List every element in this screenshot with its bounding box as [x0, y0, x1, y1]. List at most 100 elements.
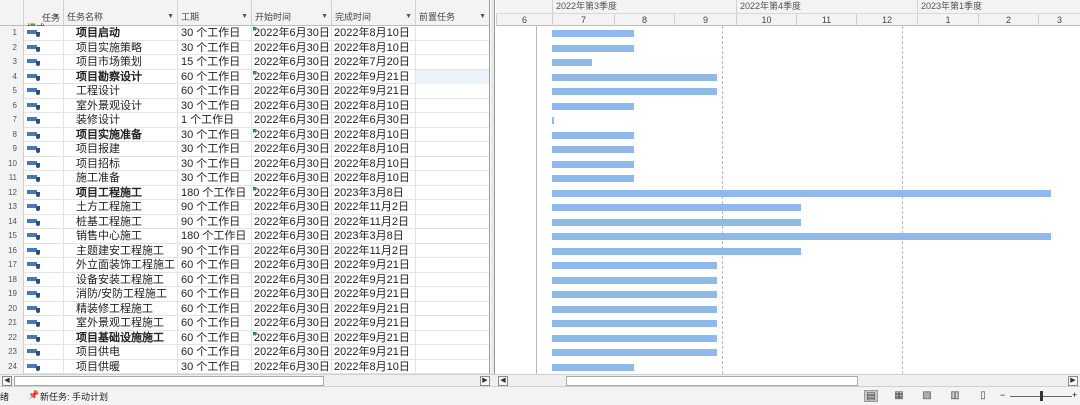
duration-cell[interactable]: 90 个工作日 [178, 243, 252, 258]
table-row[interactable]: 2 项目实施策略 30 个工作日 2022年6月30日 2022年8月10日 [0, 40, 489, 56]
table-row[interactable]: 8 项目实施准备 30 个工作日 2022年6月30日 2022年8月10日 [0, 127, 489, 142]
finish-cell[interactable]: 2022年8月10日 [332, 26, 416, 41]
finish-cell[interactable]: 2022年8月10日 [332, 142, 416, 157]
table-row[interactable]: 24 项目供暖 30 个工作日 2022年6月30日 2022年8月10日 [0, 359, 489, 374]
predecessors-cell[interactable] [416, 244, 489, 259]
task-mode-cell[interactable] [24, 171, 64, 186]
finish-cell[interactable]: 2022年9月21日 [332, 84, 416, 99]
row-id[interactable]: 12 [0, 185, 24, 200]
table-row[interactable]: 14 桩基工程施工 90 个工作日 2022年6月30日 2022年11月2日 [0, 214, 489, 229]
duration-header[interactable]: 工期 ▼ [178, 0, 252, 26]
gantt-scroll-left-button[interactable]: ◀ [498, 376, 508, 386]
task-mode-cell[interactable] [24, 345, 64, 360]
task-name-cell[interactable]: 项目供暖 [64, 359, 178, 374]
gantt-bar[interactable] [552, 247, 801, 255]
table-row[interactable]: 21 室外景观工程施工 60 个工作日 2022年6月30日 2022年9月21日 [0, 316, 489, 331]
row-id-header[interactable] [0, 0, 24, 26]
task-name-cell[interactable]: 外立面装饰工程施工 [64, 258, 178, 273]
finish-cell[interactable]: 2022年9月21日 [332, 301, 416, 316]
table-row[interactable]: 6 室外景观设计 30 个工作日 2022年6月30日 2022年8月10日 [0, 98, 489, 114]
gantt-bar[interactable] [552, 262, 717, 269]
task-name-cell[interactable]: 项目市场策划 [64, 55, 178, 70]
duration-cell[interactable]: 60 个工作日 [178, 287, 252, 302]
predecessors-cell[interactable] [416, 316, 489, 331]
finish-cell[interactable]: 2022年11月2日 [332, 243, 416, 258]
finish-cell[interactable]: 2022年8月10日 [332, 40, 416, 55]
chevron-down-icon[interactable]: ▼ [405, 12, 412, 22]
start-cell[interactable]: 2022年6月30日 [252, 142, 332, 157]
finish-cell[interactable]: 2022年6月30日 [332, 113, 416, 128]
task-mode-cell[interactable] [24, 316, 64, 331]
task-mode-cell[interactable] [24, 69, 64, 84]
predecessors-cell[interactable] [416, 41, 489, 56]
duration-cell[interactable]: 60 个工作日 [178, 272, 252, 287]
task-name-cell[interactable]: 项目报建 [64, 142, 178, 157]
task-mode-cell[interactable] [24, 26, 64, 41]
gantt-bar[interactable] [552, 44, 634, 52]
table-row[interactable]: 9 项目报建 30 个工作日 2022年6月30日 2022年8月10日 [0, 142, 489, 157]
duration-cell[interactable]: 30 个工作日 [178, 40, 252, 55]
finish-cell[interactable]: 2022年7月20日 [332, 55, 416, 70]
row-id[interactable]: 3 [0, 55, 24, 70]
chevron-down-icon[interactable]: ▼ [479, 12, 486, 22]
task-name-cell[interactable]: 装修设计 [64, 113, 178, 128]
start-cell[interactable]: 2022年6月30日 [252, 156, 332, 171]
start-cell[interactable]: 2022年6月30日 [252, 185, 332, 200]
task-mode-cell[interactable] [24, 287, 64, 302]
row-id[interactable]: 16 [0, 243, 24, 258]
gantt-bar[interactable] [552, 30, 634, 37]
gantt-bar[interactable] [552, 160, 634, 168]
gantt-bar[interactable] [552, 349, 717, 356]
finish-cell[interactable]: 2022年9月21日 [332, 258, 416, 273]
predecessors-cell[interactable] [416, 84, 489, 99]
task-name-cell[interactable]: 项目招标 [64, 156, 178, 171]
row-id[interactable]: 22 [0, 330, 24, 345]
task-mode-cell[interactable] [24, 185, 64, 200]
predecessors-cell[interactable] [416, 258, 489, 273]
finish-cell[interactable]: 2022年9月21日 [332, 69, 416, 84]
task-name-cell[interactable]: 室外景观工程施工 [64, 316, 178, 331]
duration-cell[interactable]: 30 个工作日 [178, 156, 252, 171]
row-id[interactable]: 23 [0, 345, 24, 360]
gantt-bar[interactable] [552, 117, 554, 124]
predecessors-cell[interactable] [416, 273, 489, 288]
task-name-cell[interactable]: 消防/安防工程施工 [64, 287, 178, 302]
row-id[interactable]: 4 [0, 69, 24, 84]
start-cell[interactable]: 2022年6月30日 [252, 40, 332, 55]
table-row[interactable]: 10 项目招标 30 个工作日 2022年6月30日 2022年8月10日 [0, 156, 489, 171]
table-row[interactable]: 11 施工准备 30 个工作日 2022年6月30日 2022年8月10日 [0, 171, 489, 186]
task-name-cell[interactable]: 设备安装工程施工 [64, 272, 178, 287]
row-id[interactable]: 6 [0, 98, 24, 113]
predecessors-cell[interactable] [416, 26, 489, 41]
finish-cell[interactable]: 2022年11月2日 [332, 200, 416, 215]
task-name-cell[interactable]: 项目启动 [64, 26, 178, 41]
duration-cell[interactable]: 60 个工作日 [178, 69, 252, 84]
finish-cell[interactable]: 2022年8月10日 [332, 98, 416, 113]
task-mode-cell[interactable] [24, 229, 64, 244]
row-id[interactable]: 17 [0, 258, 24, 273]
duration-cell[interactable]: 60 个工作日 [178, 316, 252, 331]
task-name-cell[interactable]: 精装修工程施工 [64, 301, 178, 316]
predecessors-cell[interactable] [416, 99, 489, 114]
table-row[interactable]: 3 项目市场策划 15 个工作日 2022年6月30日 2022年7月20日 [0, 55, 489, 70]
task-name-cell[interactable]: 室外景观设计 [64, 98, 178, 113]
predecessors-cell[interactable] [416, 69, 489, 84]
predecessors-cell[interactable] [416, 229, 489, 244]
gantt-bar[interactable] [552, 305, 717, 313]
task-name-cell[interactable]: 施工准备 [64, 171, 178, 186]
row-id[interactable]: 21 [0, 316, 24, 331]
table-row[interactable]: 4 项目勘察设计 60 个工作日 2022年6月30日 2022年9月21日 [0, 69, 489, 84]
predecessors-cell[interactable] [416, 200, 489, 215]
finish-cell[interactable]: 2022年9月21日 [332, 287, 416, 302]
gantt-bar[interactable] [552, 146, 634, 153]
row-id[interactable]: 24 [0, 359, 24, 374]
duration-cell[interactable]: 15 个工作日 [178, 55, 252, 70]
start-cell[interactable]: 2022年6月30日 [252, 200, 332, 215]
start-cell[interactable]: 2022年6月30日 [252, 301, 332, 316]
start-cell[interactable]: 2022年6月30日 [252, 69, 332, 84]
task-mode-cell[interactable] [24, 55, 64, 70]
zoom-out-icon[interactable]: − [1000, 390, 1005, 400]
new-task-mode-button[interactable]: 新任务: 手动计划 [40, 390, 108, 403]
chevron-down-icon[interactable]: ▼ [53, 12, 60, 22]
table-row[interactable]: 19 消防/安防工程施工 60 个工作日 2022年6月30日 2022年9月21日 [0, 287, 489, 302]
